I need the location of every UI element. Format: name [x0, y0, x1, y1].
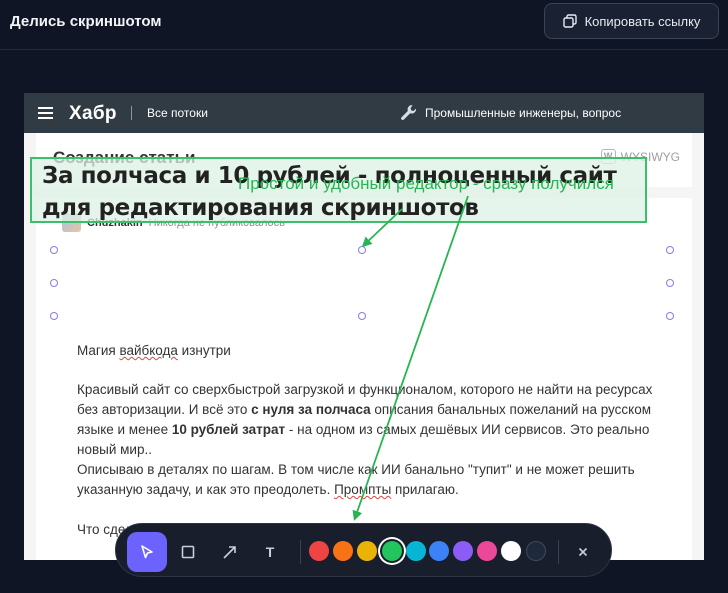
- paragraph-3-text-b: Промпты: [334, 482, 392, 497]
- color-swatch-yellow[interactable]: [357, 541, 377, 561]
- resize-handle-n[interactable]: [358, 246, 366, 254]
- hub-label: Промышленные инженеры, вопрос: [425, 106, 622, 120]
- paragraph-3: Описываю в деталях по шагам. В том числе…: [77, 460, 677, 500]
- resize-handle-e[interactable]: [666, 279, 674, 287]
- hamburger-icon: [38, 107, 53, 119]
- resize-handle-ne[interactable]: [666, 246, 674, 254]
- paragraph-1-text-a: Магия: [77, 343, 120, 358]
- square-icon: [181, 545, 195, 559]
- arrow-tool[interactable]: [210, 532, 250, 572]
- copy-icon: [562, 14, 577, 28]
- paragraph-1-text-c: изнутри: [177, 343, 231, 358]
- paragraph-2-bold-b: 10 рублей затрат: [171, 422, 286, 437]
- wrench-icon: [401, 105, 416, 120]
- resize-handle-w[interactable]: [50, 279, 58, 287]
- resize-handle-se[interactable]: [666, 312, 674, 320]
- rectangle-tool[interactable]: [168, 532, 208, 572]
- color-swatch-blue[interactable]: [429, 541, 449, 561]
- color-swatch-pink[interactable]: [477, 541, 497, 561]
- close-toolbar-button[interactable]: [563, 532, 603, 572]
- copy-link-button[interactable]: Копировать ссылку: [544, 3, 719, 39]
- color-swatch-dark[interactable]: [526, 541, 546, 561]
- color-swatch-white[interactable]: [501, 541, 521, 561]
- habr-logo: Хабр: [69, 103, 117, 124]
- paragraph-1-text-b: вайбкода: [119, 343, 178, 358]
- select-tool[interactable]: [127, 532, 167, 572]
- copy-link-label: Копировать ссылку: [584, 13, 701, 29]
- resize-handle-nw[interactable]: [50, 246, 58, 254]
- color-swatch-orange[interactable]: [333, 541, 353, 561]
- cursor-icon: [141, 545, 153, 559]
- annotation-text[interactable]: Простой и удобный редактор - сразу получ…: [238, 174, 614, 194]
- toolbar-divider: [300, 540, 301, 564]
- top-bar: Делись скриншотом Копировать ссылку: [0, 0, 728, 50]
- habr-header: Хабр Все потоки Промышленные инженеры, в…: [24, 93, 704, 133]
- arrow-icon: [223, 546, 236, 559]
- paragraph-2-bold-a: с нуля за полчаса: [251, 402, 371, 417]
- color-swatch-green[interactable]: [382, 541, 402, 561]
- color-swatch-red[interactable]: [309, 541, 329, 561]
- drawing-toolbar: T: [115, 523, 612, 577]
- color-swatch-purple[interactable]: [453, 541, 473, 561]
- resize-handle-s[interactable]: [358, 312, 366, 320]
- close-icon: [578, 547, 588, 557]
- toolbar-divider: [558, 540, 559, 564]
- all-streams-link: Все потоки: [147, 106, 208, 120]
- paragraph-3-text-c: прилагаю.: [391, 482, 459, 497]
- app-title: Делись скриншотом: [10, 13, 162, 30]
- resize-handle-sw[interactable]: [50, 312, 58, 320]
- paragraph-1: Магия вайбкода изнутри: [77, 341, 677, 361]
- header-divider: [131, 106, 132, 120]
- color-swatch-cyan[interactable]: [406, 541, 426, 561]
- text-tool[interactable]: T: [250, 532, 290, 572]
- paragraph-2: Красивый сайт со сверхбыстрой загрузкой …: [77, 380, 677, 460]
- text-icon: T: [265, 544, 275, 560]
